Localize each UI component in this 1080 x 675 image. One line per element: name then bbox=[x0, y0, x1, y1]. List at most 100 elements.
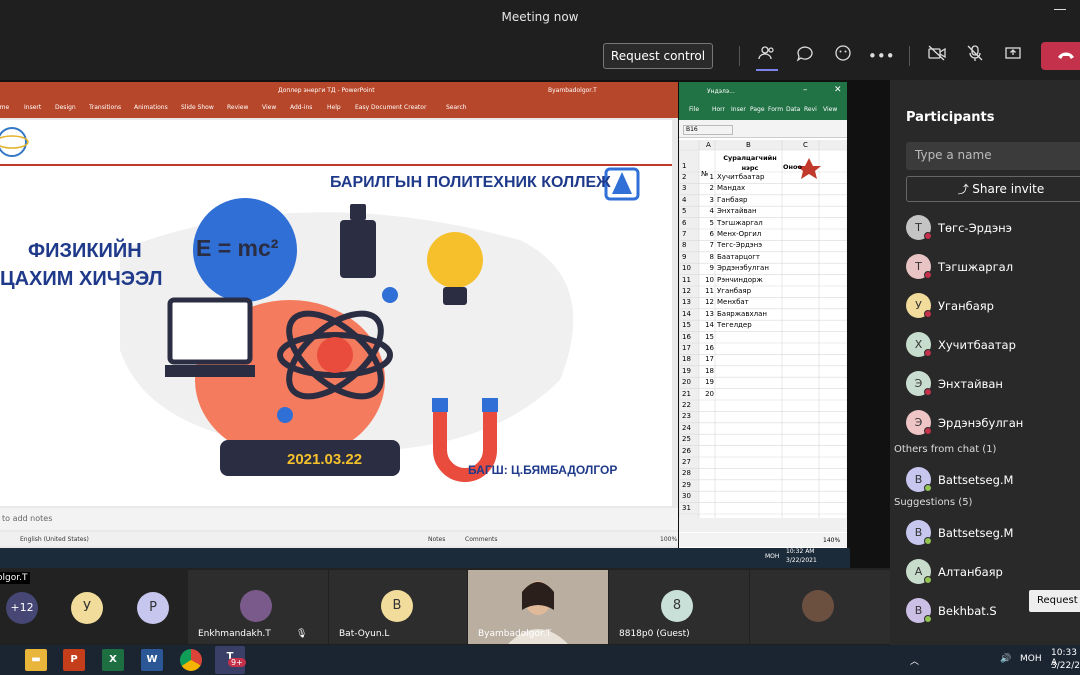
cell-student-name[interactable]: Энхтайван bbox=[717, 207, 757, 215]
cell-student-name[interactable]: Ганбаяр bbox=[717, 196, 747, 204]
row-header[interactable]: 7 bbox=[682, 230, 686, 238]
word-icon[interactable]: W bbox=[141, 649, 163, 671]
cell-number[interactable]: 14 bbox=[701, 321, 714, 329]
cell-number[interactable]: 7 bbox=[701, 241, 714, 249]
ppt-tab[interactable]: Add-ins bbox=[290, 104, 312, 111]
row-header[interactable]: 11 bbox=[682, 276, 691, 284]
cell-number[interactable]: 2 bbox=[701, 184, 714, 192]
excel-tab[interactable]: Form bbox=[768, 106, 783, 113]
row-header[interactable]: 17 bbox=[682, 344, 691, 352]
cell-number[interactable]: 9 bbox=[701, 264, 714, 272]
col-header-c[interactable]: C bbox=[803, 141, 808, 149]
sheet-tabs[interactable] bbox=[679, 518, 847, 532]
col-header-a[interactable]: A bbox=[706, 141, 711, 149]
video-tile[interactable] bbox=[750, 570, 890, 644]
row-header[interactable]: 1 bbox=[682, 162, 686, 170]
share-invite-button[interactable]: ⤴ Share invite bbox=[906, 176, 1080, 202]
participant-row[interactable]: У Уганбаяр bbox=[906, 290, 1080, 320]
overflow-count[interactable]: +12 bbox=[6, 592, 38, 624]
row-header[interactable]: 21 bbox=[682, 390, 691, 398]
section-others[interactable]: Others from chat (1) bbox=[894, 444, 996, 455]
leave-button[interactable] bbox=[1041, 42, 1080, 70]
row-header[interactable]: 16 bbox=[682, 333, 691, 341]
row-header[interactable]: 23 bbox=[682, 412, 691, 420]
formula-bar[interactable]: B16 bbox=[679, 120, 847, 138]
cell-number[interactable]: 12 bbox=[701, 298, 714, 306]
row-header[interactable]: 22 bbox=[682, 401, 691, 409]
ppt-search[interactable]: Search bbox=[446, 104, 467, 111]
share-screen-icon[interactable] bbox=[1001, 44, 1025, 68]
cell-number[interactable]: 16 bbox=[701, 344, 714, 352]
cell-student-name[interactable]: Тегелдер bbox=[717, 321, 752, 329]
chat-icon[interactable] bbox=[793, 44, 817, 68]
minimize-icon[interactable]: – bbox=[803, 85, 808, 95]
notes-pane[interactable]: to add notes bbox=[0, 508, 678, 530]
file-explorer-icon[interactable]: ▬ bbox=[25, 649, 47, 671]
cell-student-name[interactable]: Тегс-Эрдэнэ bbox=[717, 241, 762, 249]
cell-number[interactable]: 8 bbox=[701, 253, 714, 261]
avatar[interactable]: Р bbox=[137, 592, 169, 624]
cell-student-name[interactable]: Менхбат bbox=[717, 298, 749, 306]
row-header[interactable]: 5 bbox=[682, 207, 686, 215]
chrome-icon[interactable] bbox=[180, 649, 202, 671]
participant-row[interactable]: B Battsetseg.M bbox=[906, 464, 1080, 494]
row-header[interactable]: 15 bbox=[682, 321, 691, 329]
request-control-button[interactable]: Request control bbox=[603, 43, 713, 69]
cell-student-name[interactable]: Уганбаяр bbox=[717, 287, 751, 295]
row-header[interactable]: 4 bbox=[682, 196, 686, 204]
cell-number[interactable]: 19 bbox=[701, 378, 714, 386]
participant-search-input[interactable]: Type a name bbox=[906, 142, 1080, 170]
cell-student-name[interactable]: Баяржавхлан bbox=[717, 310, 767, 318]
excel-icon[interactable]: X bbox=[102, 649, 124, 671]
video-tile[interactable]: Enkhmandakh.T 🎙 bbox=[188, 570, 328, 644]
mic-off-icon[interactable] bbox=[963, 44, 987, 68]
reactions-icon[interactable] bbox=[831, 44, 855, 68]
ppt-tab[interactable]: View bbox=[262, 104, 276, 111]
participant-row[interactable]: Э Эрдэнэбулган bbox=[906, 407, 1080, 437]
cell-number[interactable]: 10 bbox=[701, 276, 714, 284]
row-header[interactable]: 13 bbox=[682, 298, 691, 306]
excel-zoom[interactable]: 140% bbox=[823, 537, 840, 544]
video-tile[interactable]: B Bat-Oyun.L bbox=[329, 570, 467, 644]
excel-tab[interactable]: Page bbox=[750, 106, 765, 113]
cell-number[interactable]: 11 bbox=[701, 287, 714, 295]
excel-tab[interactable]: View bbox=[823, 106, 837, 113]
ppt-tab[interactable]: Easy Document Creator bbox=[355, 104, 426, 111]
participant-row[interactable]: Э Энхтайван bbox=[906, 368, 1080, 398]
participant-row[interactable]: Т Төгс-Эрдэнэ bbox=[906, 212, 1080, 242]
tray-chevron-icon[interactable]: ︿ bbox=[910, 654, 919, 667]
row-header[interactable]: 25 bbox=[682, 435, 691, 443]
cell-number[interactable]: 1 bbox=[701, 173, 714, 181]
row-header[interactable]: 18 bbox=[682, 355, 691, 363]
ppt-tab[interactable]: Insert bbox=[24, 104, 41, 111]
row-header[interactable]: 14 bbox=[682, 310, 691, 318]
video-tile-presenter[interactable]: Byambadolgor.T bbox=[468, 570, 608, 644]
row-header[interactable]: 26 bbox=[682, 447, 691, 455]
cell-student-name[interactable]: Эрдэнэбулган bbox=[717, 264, 769, 272]
header-score[interactable]: Оноо bbox=[783, 163, 802, 171]
row-header[interactable]: 24 bbox=[682, 424, 691, 432]
participant-row[interactable]: B Battsetseg.M bbox=[906, 517, 1080, 547]
row-header[interactable]: 6 bbox=[682, 219, 686, 227]
ppt-tab[interactable]: Animations bbox=[134, 104, 168, 111]
clock-date[interactable]: 3/22/20 bbox=[1051, 661, 1080, 671]
cell-number[interactable]: 18 bbox=[701, 367, 714, 375]
cell-number[interactable]: 3 bbox=[701, 196, 714, 204]
row-header[interactable]: 8 bbox=[682, 241, 686, 249]
participant-row[interactable]: Х Хучитбаатар bbox=[906, 329, 1080, 359]
tray-language[interactable]: МОН bbox=[1020, 654, 1042, 664]
cell-number[interactable]: 6 bbox=[701, 230, 714, 238]
excel-tab[interactable]: Data bbox=[786, 106, 800, 113]
cell-student-name[interactable]: Рэнчиндорж bbox=[717, 276, 763, 284]
powerpoint-icon[interactable]: P bbox=[63, 649, 85, 671]
row-header[interactable]: 19 bbox=[682, 367, 691, 375]
cell-number[interactable]: 13 bbox=[701, 310, 714, 318]
row-header[interactable]: 9 bbox=[682, 253, 686, 261]
cell-number[interactable]: 17 bbox=[701, 355, 714, 363]
participant-row[interactable]: Т Тэгшжаргал bbox=[906, 251, 1080, 281]
excel-tab[interactable]: Horr bbox=[712, 106, 725, 113]
ppt-tab[interactable]: Help bbox=[327, 104, 341, 111]
notes-toggle[interactable]: Notes bbox=[428, 536, 445, 543]
row-header[interactable]: 3 bbox=[682, 184, 686, 192]
excel-tab[interactable]: Inser bbox=[731, 106, 746, 113]
